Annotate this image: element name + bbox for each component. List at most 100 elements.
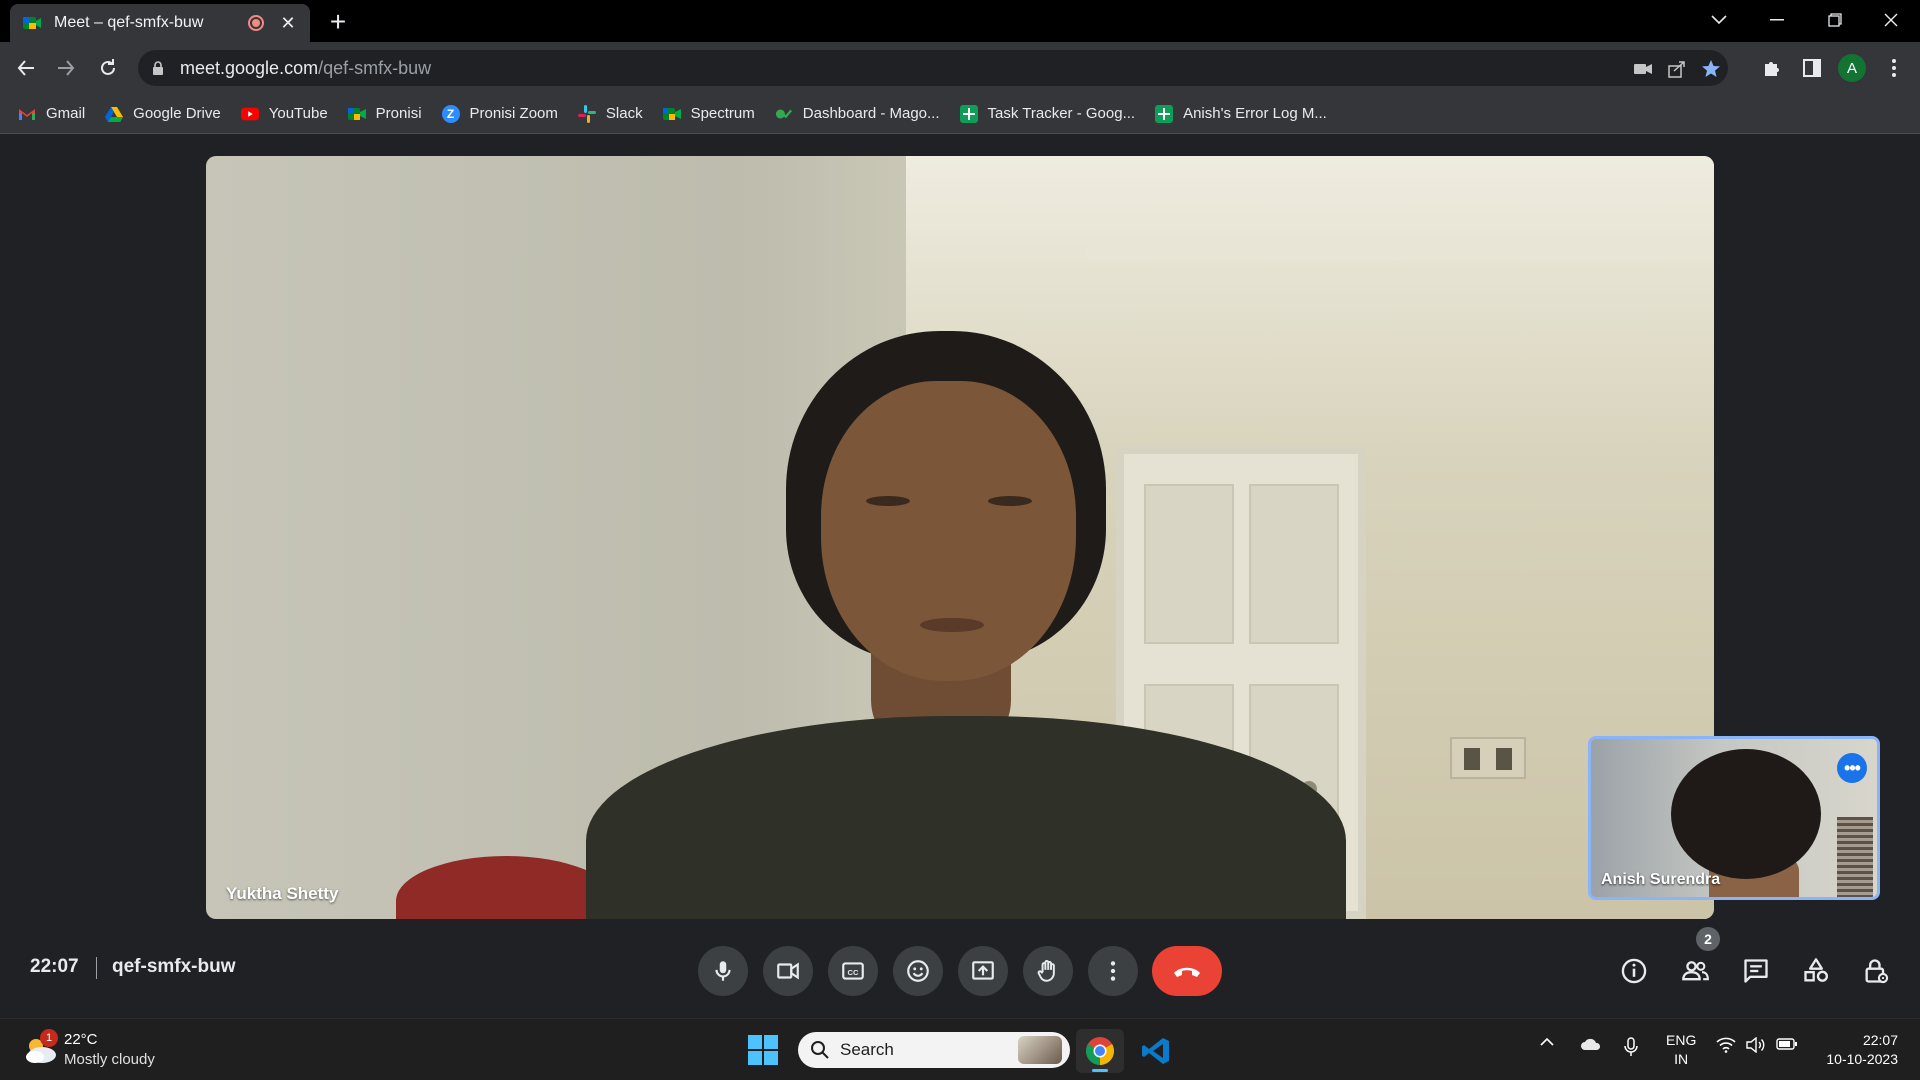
forward-button[interactable] xyxy=(50,52,82,84)
chat-button[interactable] xyxy=(1736,951,1776,991)
bookmark-gmail[interactable]: Gmail xyxy=(18,105,85,123)
participant-figure xyxy=(866,496,910,506)
leave-call-button[interactable] xyxy=(1152,946,1222,996)
bookmark-task-tracker[interactable]: Task Tracker - Goog... xyxy=(959,104,1135,123)
chrome-menu-icon[interactable] xyxy=(1878,52,1910,84)
participant-figure xyxy=(988,496,1032,506)
show-hidden-icons-chevron-icon[interactable] xyxy=(1540,1037,1554,1047)
windows-start-button[interactable] xyxy=(748,1035,778,1065)
bookmark-pronisi[interactable]: Pronisi xyxy=(347,105,422,123)
restore-button[interactable] xyxy=(1806,0,1864,40)
raise-hand-button[interactable] xyxy=(1023,946,1073,996)
zoom-icon: Z xyxy=(441,104,460,123)
slack-icon xyxy=(577,104,596,123)
recording-indicator-icon xyxy=(248,15,264,31)
weather-alert-badge: 1 xyxy=(40,1029,58,1047)
info-icon xyxy=(1621,958,1647,984)
bookmark-youtube[interactable]: YouTube xyxy=(240,105,328,123)
bookmark-pronisi-zoom[interactable]: Z Pronisi Zoom xyxy=(441,104,558,123)
people-button[interactable] xyxy=(1675,951,1715,991)
host-controls-button[interactable] xyxy=(1856,951,1896,991)
present-screen-button[interactable] xyxy=(958,946,1008,996)
main-participant-video[interactable]: Yuktha Shetty xyxy=(206,156,1714,919)
self-video-tile[interactable]: ••• Anish Surendra xyxy=(1588,736,1880,900)
new-tab-button[interactable]: + xyxy=(322,6,354,38)
emoji-smile-icon xyxy=(907,960,929,982)
close-window-button[interactable] xyxy=(1862,0,1920,40)
profile-avatar[interactable]: A xyxy=(1838,54,1866,82)
meet-favicon-icon xyxy=(22,13,42,33)
raise-hand-icon xyxy=(1037,960,1055,982)
closed-captions-icon: CC xyxy=(842,962,864,980)
lock-icon xyxy=(152,61,164,75)
participant-figure xyxy=(821,381,1076,681)
volume-icon[interactable] xyxy=(1746,1037,1766,1053)
bookmark-error-log[interactable]: Anish's Error Log M... xyxy=(1155,104,1327,123)
bookmark-label: Slack xyxy=(605,105,643,122)
bookmark-label: Gmail xyxy=(46,105,86,122)
bookmark-label: Google Drive xyxy=(133,105,221,122)
people-count-badge: 2 xyxy=(1696,927,1720,951)
bookmark-star-icon[interactable] xyxy=(1700,58,1722,80)
chat-icon xyxy=(1744,959,1768,983)
bookmark-label: Pronisi Zoom xyxy=(469,105,558,122)
bookmark-slack[interactable]: Slack xyxy=(577,104,643,123)
tab-search-icon[interactable] xyxy=(1690,0,1748,40)
tile-more-options-icon[interactable]: ••• xyxy=(1837,753,1867,783)
activities-button[interactable] xyxy=(1796,951,1836,991)
tab-close-icon[interactable]: ✕ xyxy=(278,13,298,34)
reactions-button[interactable] xyxy=(893,946,943,996)
back-button[interactable] xyxy=(10,52,42,84)
side-panel-icon[interactable] xyxy=(1796,52,1828,84)
camera-in-use-icon[interactable] xyxy=(1632,58,1654,80)
bookmark-spectrum[interactable]: Spectrum xyxy=(662,105,755,123)
microphone-button[interactable] xyxy=(698,946,748,996)
bookmark-dashboard[interactable]: Dashboard - Mago... xyxy=(775,105,940,123)
weather-temperature: 22°C xyxy=(64,1031,98,1048)
people-icon xyxy=(1682,961,1709,981)
share-icon[interactable] xyxy=(1666,58,1688,80)
taskbar-search-box[interactable]: Search xyxy=(798,1032,1070,1068)
url-text: meet.google.com/qef-smfx-buw xyxy=(180,58,431,79)
microphone-icon xyxy=(715,961,731,981)
chrome-icon xyxy=(1086,1037,1114,1065)
taskbar-chrome[interactable] xyxy=(1076,1029,1124,1073)
vscode-icon xyxy=(1142,1038,1169,1064)
minimize-button[interactable] xyxy=(1748,0,1806,40)
svg-text:CC: CC xyxy=(848,968,859,977)
url-path: /qef-smfx-buw xyxy=(318,57,432,78)
meeting-details-button[interactable] xyxy=(1614,951,1654,991)
meet-icon xyxy=(662,105,681,123)
video-camera-icon xyxy=(777,962,799,980)
url-host: meet.google.com xyxy=(180,57,319,78)
microphone-in-use-icon[interactable] xyxy=(1624,1037,1638,1057)
clock-time: 22:07 xyxy=(1862,1032,1898,1048)
taskbar-vscode[interactable] xyxy=(1132,1029,1180,1073)
battery-charging-icon[interactable] xyxy=(1776,1037,1798,1051)
youtube-icon xyxy=(240,105,259,123)
wifi-icon[interactable] xyxy=(1716,1037,1736,1053)
system-clock[interactable]: 22:07 10-10-2023 xyxy=(1826,1031,1898,1069)
present-screen-icon xyxy=(972,961,994,980)
search-highlight-icon xyxy=(1018,1036,1062,1064)
extensions-puzzle-icon[interactable] xyxy=(1756,52,1788,84)
weather-description: Mostly cloudy xyxy=(64,1051,155,1068)
address-bar[interactable]: meet.google.com/qef-smfx-buw xyxy=(138,50,1728,86)
more-options-button[interactable] xyxy=(1088,946,1138,996)
bookmark-label: Pronisi xyxy=(375,105,422,122)
participant-figure xyxy=(920,618,984,632)
activities-shapes-icon xyxy=(1804,958,1829,982)
input-language-indicator[interactable]: ENG IN xyxy=(1666,1031,1696,1069)
captions-button[interactable]: CC xyxy=(828,946,878,996)
meeting-clock: 22:07 xyxy=(30,956,79,977)
camera-button[interactable] xyxy=(763,946,813,996)
meet-stage: Yuktha Shetty ••• Anish Surendra 22:07 q… xyxy=(0,135,1920,1017)
sheets-icon xyxy=(959,104,978,123)
video-background xyxy=(396,856,616,919)
google-drive-icon xyxy=(105,105,124,123)
onedrive-cloud-icon[interactable] xyxy=(1580,1037,1602,1051)
bookmark-google-drive[interactable]: Google Drive xyxy=(105,105,221,123)
reload-button[interactable] xyxy=(92,52,124,84)
gmail-icon xyxy=(18,105,36,123)
browser-tab-meet[interactable]: Meet – qef-smfx-buw ✕ xyxy=(10,4,310,42)
